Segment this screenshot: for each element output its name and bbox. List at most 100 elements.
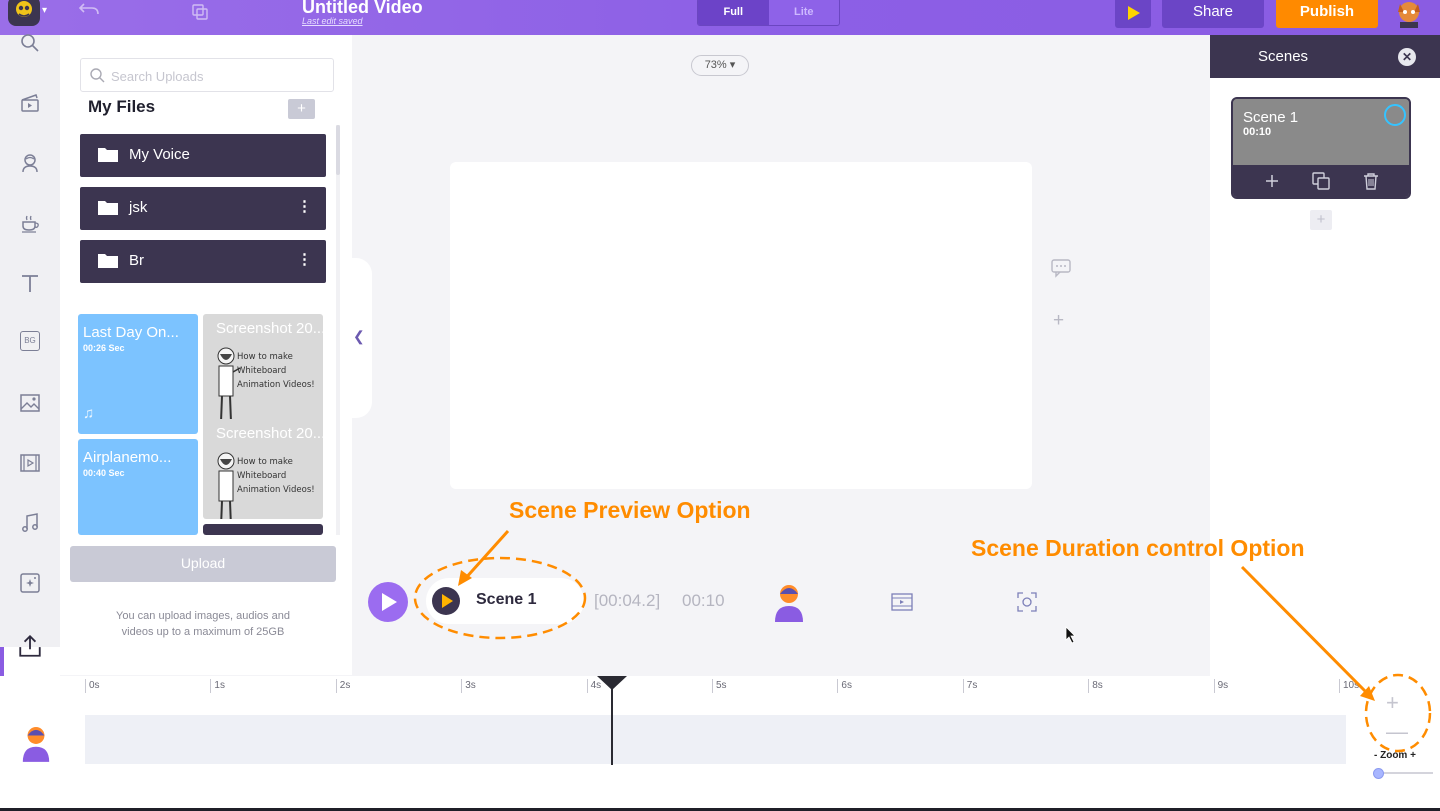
add-element-icon[interactable]: + xyxy=(1053,310,1064,332)
folder-icon xyxy=(98,254,118,268)
scenes-header: Scenes ✕ xyxy=(1210,35,1440,78)
folder-name: Br xyxy=(129,252,144,269)
upload-limit-note: You can upload images, audios and videos… xyxy=(116,610,290,638)
preview-play-button[interactable] xyxy=(1115,0,1151,28)
scene-name: Scene 1 xyxy=(476,591,537,608)
media-name: Last Day On... xyxy=(83,324,179,341)
zoom-slider-track[interactable] xyxy=(1377,772,1433,774)
scene-chip[interactable]: Scene 1 xyxy=(426,578,584,624)
share-button[interactable]: Share xyxy=(1162,0,1264,28)
camera-focus-icon[interactable] xyxy=(1017,592,1037,612)
scene-canvas[interactable] xyxy=(450,162,1032,489)
user-avatar[interactable] xyxy=(1392,0,1426,28)
image-icon[interactable] xyxy=(18,391,42,415)
app-logo-icon[interactable] xyxy=(4,0,44,30)
folder-name: My Voice xyxy=(129,146,190,163)
add-scene-button[interactable]: + xyxy=(1310,210,1332,230)
media-duration: 00:26 Sec xyxy=(83,343,125,353)
chevron-down-icon: ▾ xyxy=(729,59,736,71)
publish-button[interactable]: Publish xyxy=(1276,0,1378,28)
character-track[interactable] xyxy=(85,715,1346,764)
media-item-image[interactable]: Screenshot 20... How to make Whiteboard … xyxy=(203,419,323,519)
current-time: [00:04.2] xyxy=(594,591,661,610)
folder-item[interactable]: jsk ⋮ xyxy=(80,187,326,230)
delete-scene-icon[interactable] xyxy=(1362,172,1380,190)
upload-icon[interactable] xyxy=(17,633,43,659)
timeline-tick: 5s xyxy=(712,679,727,693)
upload-button[interactable]: Upload xyxy=(70,546,336,582)
duplicate-scene-icon[interactable] xyxy=(1312,172,1330,190)
media-item-audio[interactable]: Last Day On... 00:26 Sec ♫ xyxy=(78,314,198,434)
canvas-zoom-dropdown[interactable]: 73% ▾ xyxy=(691,55,749,76)
zoom-in-button[interactable]: + xyxy=(1386,690,1399,716)
zoom-label: - Zoom + xyxy=(1374,750,1416,761)
timeline-tick: 1s xyxy=(210,679,225,693)
scene-select-icon[interactable] xyxy=(1384,104,1406,126)
folder-menu-icon[interactable]: ⋮ xyxy=(297,197,312,215)
media-item-image[interactable]: Screenshot 20... How to make Whiteboard … xyxy=(203,314,323,434)
view-mode-full[interactable]: Full xyxy=(698,0,769,25)
text-icon[interactable] xyxy=(18,271,42,295)
timeline-tick: 6s xyxy=(837,679,852,693)
folder-menu-icon[interactable]: ⋮ xyxy=(297,250,312,268)
folder-item[interactable]: Br ⋮ xyxy=(80,240,326,283)
play-icon xyxy=(1128,5,1140,20)
uploads-panel: My Files + My Voice jsk ⋮ Br ⋮ Last Day … xyxy=(60,35,352,675)
character-icon[interactable] xyxy=(772,582,806,622)
folder-icon xyxy=(98,201,118,215)
timeline-tick: 7s xyxy=(962,679,977,693)
media-item-audio[interactable]: Airplanemo... 00:40 Sec xyxy=(78,439,198,535)
timeline-tick: 3s xyxy=(461,679,476,693)
new-folder-button[interactable]: + xyxy=(288,99,315,119)
search-icon[interactable] xyxy=(18,31,42,55)
search-uploads-input[interactable] xyxy=(111,66,321,86)
scene-clapper-icon[interactable] xyxy=(18,91,42,115)
scene-duration[interactable]: 00:10 xyxy=(682,591,725,611)
last-saved-link[interactable]: Last edit saved xyxy=(302,16,363,26)
media-name: Screenshot 20... xyxy=(216,320,323,337)
play-icon xyxy=(442,594,453,608)
uploads-scrollbar[interactable] xyxy=(336,125,340,535)
scenes-panel: Scenes ✕ Scene 1 00:10 + xyxy=(1210,35,1440,676)
props-cup-icon[interactable] xyxy=(18,211,42,235)
bg-icon[interactable]: BG xyxy=(20,331,40,351)
scene-preview-button[interactable] xyxy=(432,587,460,615)
play-icon xyxy=(382,593,397,611)
duplicate-icon[interactable] xyxy=(190,2,210,22)
playhead-handle[interactable] xyxy=(596,676,627,690)
zoom-slider-knob[interactable] xyxy=(1373,768,1384,779)
scenes-title: Scenes xyxy=(1258,48,1309,65)
zoom-out-button[interactable]: — xyxy=(1386,719,1408,745)
play-all-button[interactable] xyxy=(368,582,408,622)
annotation-duration-control: Scene Duration control Option xyxy=(971,535,1305,561)
logo-menu-chevron-icon[interactable]: ▾ xyxy=(42,5,47,16)
media-item-partial[interactable] xyxy=(203,524,323,535)
timeline: 0s 1s 2s 3s 4s 5s 6s 7s 8s 9s 10s xyxy=(0,676,1440,811)
view-mode-lite[interactable]: Lite xyxy=(769,0,840,25)
timeline-tick: 2s xyxy=(335,679,350,693)
undo-icon[interactable] xyxy=(78,0,100,20)
timeline-tick: 0s xyxy=(85,679,100,693)
folder-item[interactable]: My Voice xyxy=(80,134,326,177)
collapse-panel-button[interactable]: ❮ xyxy=(348,258,372,418)
video-icon[interactable] xyxy=(891,591,913,613)
scene-card[interactable]: Scene 1 00:10 xyxy=(1231,97,1411,199)
uploads-scrollbar-thumb[interactable] xyxy=(336,125,340,175)
timeline-tick: 10s xyxy=(1339,679,1359,693)
video-icon[interactable] xyxy=(18,451,42,475)
search-uploads-box[interactable] xyxy=(80,58,334,92)
view-mode-toggle[interactable]: Full Lite xyxy=(697,0,840,26)
add-scene-icon[interactable] xyxy=(1263,172,1281,190)
mouse-cursor-icon xyxy=(1065,626,1076,644)
scene-card-actions xyxy=(1233,165,1409,197)
character-icon[interactable] xyxy=(18,151,42,175)
thumbnail-caption: How to make Whiteboard Animation Videos! xyxy=(237,457,315,495)
zoom-level: 73% xyxy=(704,59,727,71)
media-name: Airplanemo... xyxy=(83,449,172,466)
scene-card-duration: 00:10 xyxy=(1243,126,1272,138)
timeline-tick: 9s xyxy=(1213,679,1228,693)
close-icon[interactable]: ✕ xyxy=(1398,48,1416,66)
comment-icon[interactable] xyxy=(1050,258,1072,278)
effects-icon[interactable] xyxy=(18,571,42,595)
music-icon[interactable] xyxy=(18,511,42,535)
